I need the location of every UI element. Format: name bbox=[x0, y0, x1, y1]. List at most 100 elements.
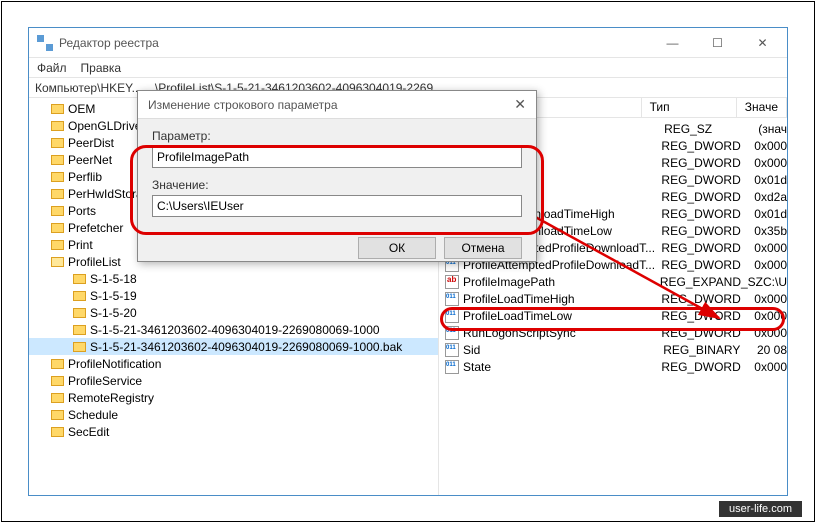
cell-data: C:\U bbox=[763, 275, 787, 289]
tree-label: S-1-5-21-3461203602-4096304019-226908006… bbox=[90, 340, 402, 354]
cell-data: 0x000 bbox=[754, 258, 787, 272]
tree-label: PeerDist bbox=[68, 136, 114, 150]
tree-label: Ports bbox=[68, 204, 96, 218]
tree-label: Prefetcher bbox=[68, 221, 123, 235]
folder-icon bbox=[73, 291, 86, 301]
cell-type: REG_DWORD bbox=[661, 224, 754, 238]
folder-icon bbox=[51, 240, 64, 250]
dialog-titlebar[interactable]: Изменение строкового параметра ✕ bbox=[138, 91, 536, 119]
cell-type: REG_DWORD bbox=[661, 156, 754, 170]
tree-label: ProfileService bbox=[68, 374, 142, 388]
cell-data: 0x000 bbox=[754, 292, 787, 306]
folder-icon bbox=[51, 155, 64, 165]
tree-item[interactable]: ProfileService bbox=[29, 372, 438, 389]
value-label: Значение: bbox=[152, 178, 522, 192]
tree-label: PeerNet bbox=[68, 153, 112, 167]
dialog-title: Изменение строкового параметра bbox=[148, 98, 514, 112]
cell-name: Sid bbox=[463, 343, 663, 357]
cell-name: State bbox=[463, 360, 661, 374]
cell-type: REG_DWORD bbox=[661, 258, 754, 272]
folder-icon bbox=[51, 410, 64, 420]
cell-type: REG_DWORD bbox=[661, 360, 754, 374]
tree-label: ProfileNotification bbox=[68, 357, 161, 371]
col-data[interactable]: Значе bbox=[737, 98, 787, 117]
value-input[interactable] bbox=[152, 195, 522, 217]
cell-data: 0x01d bbox=[754, 173, 787, 187]
app-icon bbox=[37, 35, 53, 51]
edit-string-dialog: Изменение строкового параметра ✕ Парамет… bbox=[137, 90, 537, 262]
cell-data: 0xd2a bbox=[754, 190, 787, 204]
cell-data: 0x000 bbox=[754, 360, 787, 374]
binary-icon bbox=[445, 292, 459, 306]
tree-label: Schedule bbox=[68, 408, 118, 422]
tree-item[interactable]: Schedule bbox=[29, 406, 438, 423]
tree-item[interactable]: SecEdit bbox=[29, 423, 438, 440]
menu-edit[interactable]: Правка bbox=[81, 61, 122, 75]
watermark: user-life.com bbox=[719, 501, 802, 517]
menu-bar: Файл Правка bbox=[29, 58, 787, 78]
tree-label: RemoteRegistry bbox=[68, 391, 154, 405]
tree-label: Print bbox=[68, 238, 93, 252]
ok-button[interactable]: ОК bbox=[358, 237, 436, 259]
tree-label: ProfileList bbox=[68, 255, 121, 269]
folder-icon bbox=[51, 138, 64, 148]
list-row[interactable]: StateREG_DWORD0x000 bbox=[439, 358, 787, 375]
folder-icon bbox=[51, 427, 64, 437]
cell-type: REG_BINARY bbox=[663, 343, 757, 357]
cell-type: REG_DWORD bbox=[661, 139, 754, 153]
tree-label: S-1-5-20 bbox=[90, 306, 137, 320]
binary-icon bbox=[445, 343, 459, 357]
list-row[interactable]: ProfileLoadTimeHighREG_DWORD0x000 bbox=[439, 290, 787, 307]
folder-icon bbox=[51, 189, 64, 199]
tree-item[interactable]: S-1-5-21-3461203602-4096304019-226908006… bbox=[29, 321, 438, 338]
binary-icon bbox=[445, 360, 459, 374]
highlight-row bbox=[440, 307, 785, 331]
tree-item[interactable]: RemoteRegistry bbox=[29, 389, 438, 406]
cell-data: 0x000 bbox=[754, 241, 787, 255]
string-icon bbox=[445, 275, 459, 289]
cell-type: REG_EXPAND_SZ bbox=[660, 275, 763, 289]
cell-type: REG_DWORD bbox=[661, 292, 754, 306]
folder-icon bbox=[73, 308, 86, 318]
cell-name: ProfileLoadTimeHigh bbox=[463, 292, 661, 306]
tree-item[interactable]: S-1-5-20 bbox=[29, 304, 438, 321]
cell-type: REG_DWORD bbox=[661, 207, 754, 221]
menu-file[interactable]: Файл bbox=[37, 61, 67, 75]
cell-type: REG_DWORD bbox=[661, 190, 754, 204]
dialog-close-button[interactable]: ✕ bbox=[514, 96, 526, 113]
minimize-button[interactable]: — bbox=[650, 28, 695, 57]
list-row[interactable]: ProfileImagePathREG_EXPAND_SZC:\U bbox=[439, 273, 787, 290]
cell-data: 0x000 bbox=[754, 156, 787, 170]
tree-item[interactable]: S-1-5-18 bbox=[29, 270, 438, 287]
tree-label: S-1-5-21-3461203602-4096304019-226908006… bbox=[90, 323, 380, 337]
tree-item[interactable]: ProfileNotification bbox=[29, 355, 438, 372]
cell-data: 20 08 bbox=[757, 343, 787, 357]
folder-icon bbox=[51, 257, 64, 267]
cell-data: 0x000 bbox=[754, 139, 787, 153]
cell-data: (знач bbox=[758, 122, 787, 136]
close-button[interactable]: ✕ bbox=[740, 28, 785, 57]
tree-item[interactable]: S-1-5-21-3461203602-4096304019-226908006… bbox=[29, 338, 438, 355]
cancel-button[interactable]: Отмена bbox=[444, 237, 522, 259]
folder-icon bbox=[51, 104, 64, 114]
titlebar[interactable]: Редактор реестра — ☐ ✕ bbox=[29, 28, 787, 58]
cell-name: ProfileImagePath bbox=[463, 275, 660, 289]
tree-item[interactable]: S-1-5-19 bbox=[29, 287, 438, 304]
col-type[interactable]: Тип bbox=[642, 98, 737, 117]
folder-icon bbox=[73, 325, 86, 335]
folder-icon bbox=[51, 223, 64, 233]
maximize-button[interactable]: ☐ bbox=[695, 28, 740, 57]
tree-label: S-1-5-19 bbox=[90, 289, 137, 303]
tree-label: S-1-5-18 bbox=[90, 272, 137, 286]
folder-icon bbox=[73, 342, 86, 352]
cell-data: 0x35b bbox=[754, 224, 787, 238]
folder-icon bbox=[51, 172, 64, 182]
folder-icon bbox=[51, 359, 64, 369]
folder-icon bbox=[51, 206, 64, 216]
tree-label: Perflib bbox=[68, 170, 102, 184]
cell-data: 0x01d bbox=[754, 207, 787, 221]
list-row[interactable]: SidREG_BINARY20 08 bbox=[439, 341, 787, 358]
param-input[interactable] bbox=[152, 146, 522, 168]
folder-icon bbox=[73, 274, 86, 284]
registry-editor-window: Редактор реестра — ☐ ✕ Файл Правка Компь… bbox=[28, 27, 788, 496]
